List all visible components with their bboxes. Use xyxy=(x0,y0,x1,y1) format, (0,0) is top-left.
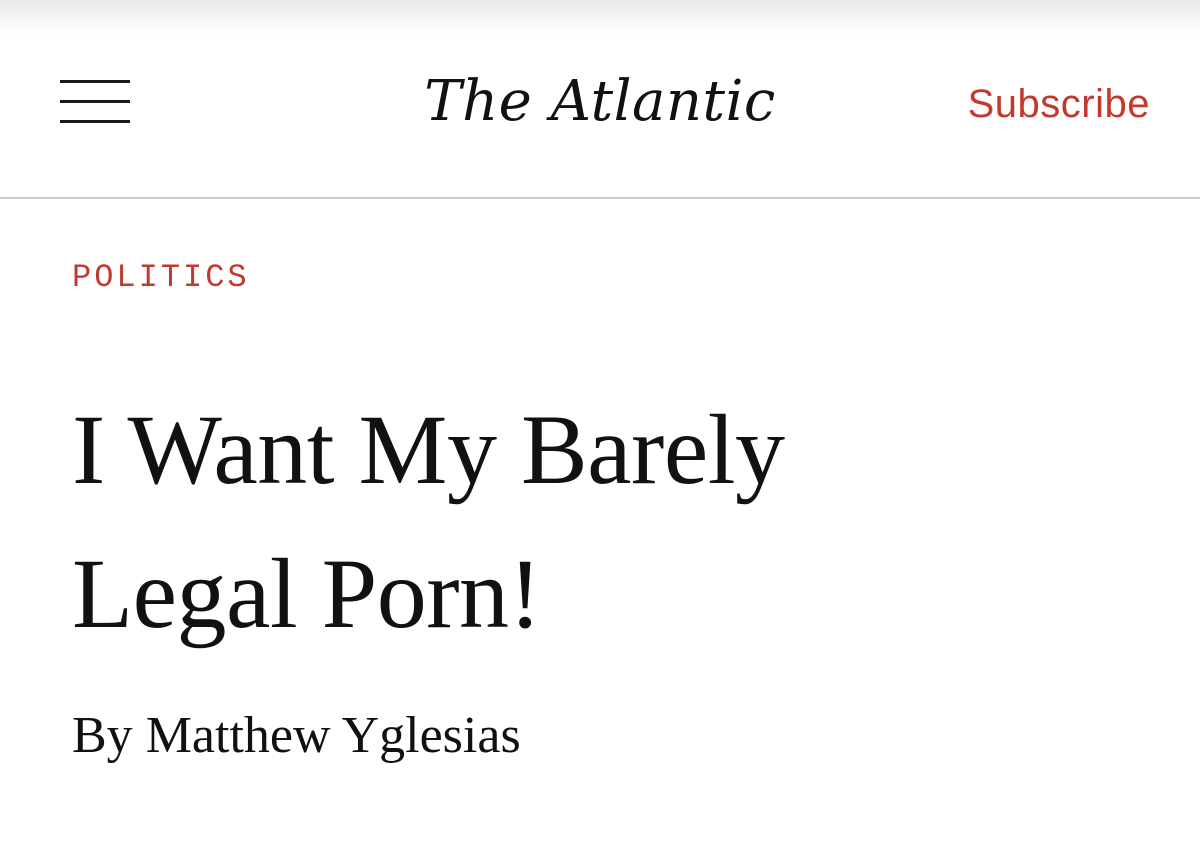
header-divider xyxy=(0,197,1200,199)
headline-line-1: I Want My Barely xyxy=(72,394,785,505)
section-label[interactable]: POLITICS xyxy=(72,258,250,298)
menu-bar-bottom xyxy=(60,120,130,123)
author-link[interactable]: Matthew Yglesias xyxy=(146,707,521,764)
hamburger-menu-icon[interactable] xyxy=(58,78,132,128)
site-logo[interactable]: The Atlantic xyxy=(340,62,860,142)
headline-line-2: Legal Porn! xyxy=(72,538,542,649)
article-headline: I Want My Barely Legal Porn! xyxy=(72,378,1132,666)
menu-bar-top xyxy=(60,80,130,83)
site-header: The Atlantic Subscribe xyxy=(0,0,1200,198)
article-byline: By Matthew Yglesias xyxy=(72,704,521,768)
menu-bar-middle xyxy=(60,100,130,103)
subscribe-link[interactable]: Subscribe xyxy=(968,78,1150,130)
byline-prefix: By xyxy=(72,707,133,764)
article-page: The Atlantic Subscribe POLITICS I Want M… xyxy=(0,0,1200,862)
